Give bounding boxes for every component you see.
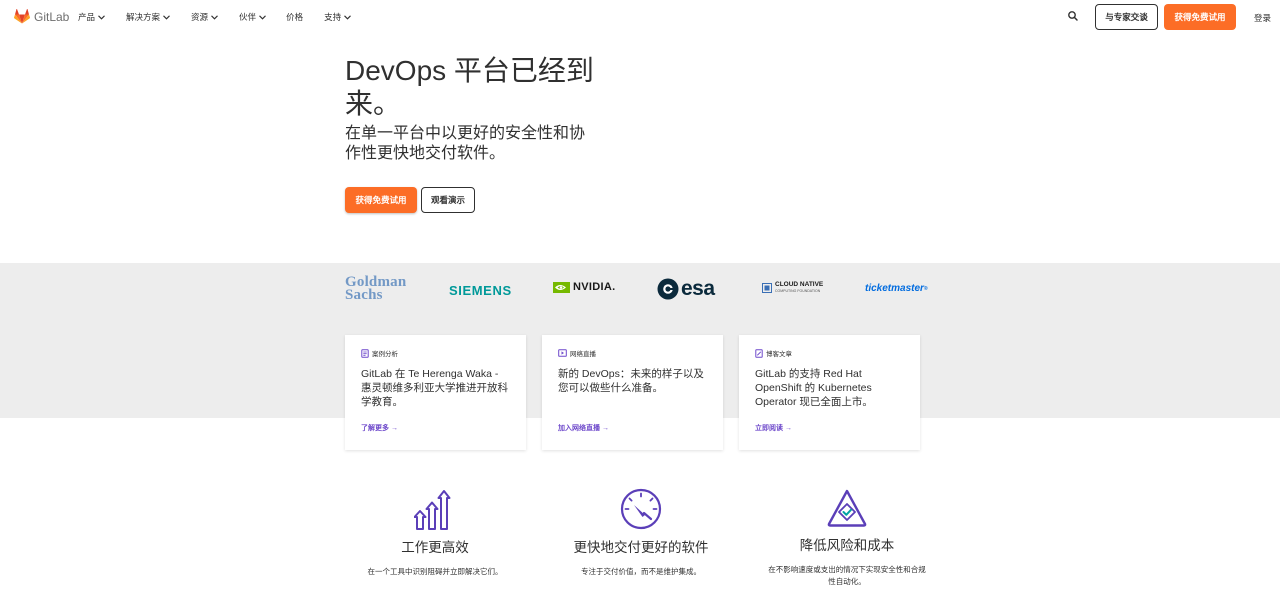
login-link[interactable]: 登录 bbox=[1254, 12, 1271, 24]
nav-item-solutions[interactable]: 解决方案 bbox=[126, 11, 170, 23]
goldman-sachs-logo: Goldman Sachs bbox=[345, 275, 406, 303]
card-tag: 案例分析 bbox=[361, 348, 510, 358]
feature-description: 专注于交付价值，而不是维护集成。 bbox=[581, 567, 701, 576]
growth-arrows-icon bbox=[414, 490, 451, 530]
nav-item-label: 支持 bbox=[324, 12, 342, 22]
siemens-logo: SIEMENS bbox=[449, 283, 512, 298]
cncf-wordmark: CLOUD NATIVE COMPUTING FOUNDATION bbox=[775, 281, 823, 294]
nav-item-resources[interactable]: 资源 bbox=[191, 11, 218, 23]
nvidia-logo: NVIDIA. bbox=[553, 281, 615, 293]
talk-to-expert-button[interactable]: 与专家交谈 bbox=[1095, 4, 1158, 30]
hero-title: DevOps 平台已经到来。 bbox=[345, 55, 594, 119]
nvidia-wordmark: NVIDIA. bbox=[573, 281, 616, 293]
customer-logos: Goldman Sachs SIEMENS NVIDIA. esa CLOUD … bbox=[345, 274, 935, 306]
chevron-down-icon bbox=[344, 14, 351, 20]
ticketmaster-wordmark: ticketmaster bbox=[865, 283, 924, 294]
nav-item-partners[interactable]: 伙伴 bbox=[239, 11, 266, 23]
nvidia-eye-icon bbox=[553, 281, 570, 293]
card-tag-label: 案例分析 bbox=[372, 351, 398, 358]
card-tag: 博客文章 bbox=[755, 348, 904, 358]
card-blog-post[interactable]: 博客文章 GitLab 的支持 Red Hat OpenShift 的 Kube… bbox=[739, 335, 920, 450]
shield-check-icon bbox=[827, 489, 867, 527]
nav-item-label: 伙伴 bbox=[239, 12, 257, 22]
chevron-down-icon bbox=[163, 14, 170, 20]
feature-description: 在不影响速度或支出的情况下实现安全性和合规性自动化。 bbox=[768, 565, 926, 586]
feature-description: 在一个工具中识别阻碍并立即解决它们。 bbox=[367, 567, 503, 576]
watch-demo-button[interactable]: 观看演示 bbox=[421, 187, 475, 213]
feature-title: 降低风险和成本 bbox=[799, 538, 895, 553]
chevron-down-icon bbox=[98, 14, 105, 20]
webcast-icon bbox=[558, 349, 567, 357]
cncf-logo: CLOUD NATIVE COMPUTING FOUNDATION bbox=[762, 281, 823, 294]
cncf-line2: COMPUTING FOUNDATION bbox=[775, 289, 821, 293]
nav-item-support[interactable]: 支持 bbox=[324, 11, 351, 23]
read-now-link[interactable]: 立即阅读 → bbox=[755, 423, 792, 433]
nav-item-pricing[interactable]: 价格 bbox=[286, 11, 303, 23]
esa-emblem-icon bbox=[657, 278, 679, 300]
card-tag-label: 博客文章 bbox=[766, 351, 792, 358]
feature-title: 更快地交付更好的软件 bbox=[573, 540, 709, 555]
card-case-study[interactable]: 案例分析 GitLab 在 Te Herenga Waka - 惠灵顿维多利亚大… bbox=[345, 335, 526, 450]
search-icon[interactable] bbox=[1067, 10, 1079, 22]
nav-item-label: 解决方案 bbox=[126, 12, 161, 22]
nav-item-label: 价格 bbox=[286, 12, 304, 22]
card-title: 新的 DevOps：未来的样子以及您可以做些什么准备。 bbox=[558, 368, 704, 394]
goldman-line2: Sachs bbox=[345, 287, 383, 303]
nav-item-label: 资源 bbox=[191, 12, 209, 22]
nav-item-label: 产品 bbox=[78, 12, 96, 22]
gitlab-tanuki-icon bbox=[14, 9, 30, 24]
nav-item-products[interactable]: 产品 bbox=[78, 11, 105, 23]
feature-efficiency: 工作更高效 在一个工具中识别阻碍并立即解决它们。 bbox=[345, 488, 525, 578]
card-title: GitLab 的支持 Red Hat OpenShift 的 Kubernete… bbox=[755, 368, 873, 408]
cncf-cube-icon bbox=[762, 283, 772, 293]
main-menu: 产品 解决方案 资源 伙伴 价格 支持 bbox=[78, 11, 351, 23]
card-title: GitLab 在 Te Herenga Waka - 惠灵顿维多利亚大学推进开放… bbox=[361, 368, 508, 408]
card-webcast[interactable]: 网络直播 新的 DevOps：未来的样子以及您可以做些什么准备。 加入网络直播 … bbox=[542, 335, 723, 450]
feature-title: 工作更高效 bbox=[401, 540, 469, 555]
esa-wordmark: esa bbox=[681, 277, 715, 300]
gitlab-logo[interactable]: GitLab bbox=[14, 9, 69, 24]
learn-more-link[interactable]: 了解更多 → bbox=[361, 423, 398, 433]
free-trial-nav-button[interactable]: 获得免费试用 bbox=[1164, 4, 1236, 30]
chevron-down-icon bbox=[211, 14, 218, 20]
hero-subtitle: 在单一平台中以更好的安全性和协作性更快地交付软件。 bbox=[345, 125, 586, 162]
esa-logo: esa bbox=[657, 277, 715, 301]
join-webcast-link[interactable]: 加入网络直播 → bbox=[558, 423, 609, 433]
logo-text: GitLab bbox=[34, 9, 70, 24]
document-icon bbox=[361, 348, 369, 358]
speedometer-icon bbox=[620, 488, 662, 530]
blog-icon bbox=[755, 348, 763, 358]
free-trial-button[interactable]: 获得免费试用 bbox=[345, 187, 417, 213]
card-tag-label: 网络直播 bbox=[570, 351, 596, 358]
ticketmaster-logo: ticketmaster ® bbox=[865, 283, 928, 294]
top-navbar: GitLab 产品 解决方案 资源 伙伴 价格 支持 与专家交谈 获得免费试用 … bbox=[0, 0, 1280, 36]
chevron-down-icon bbox=[259, 14, 266, 20]
card-tag: 网络直播 bbox=[558, 348, 707, 358]
feature-faster-delivery: 更快地交付更好的软件 专注于交付价值，而不是维护集成。 bbox=[551, 488, 731, 578]
feature-lower-risk: 降低风险和成本 在不影响速度或支出的情况下实现安全性和合规性自动化。 bbox=[757, 488, 937, 588]
